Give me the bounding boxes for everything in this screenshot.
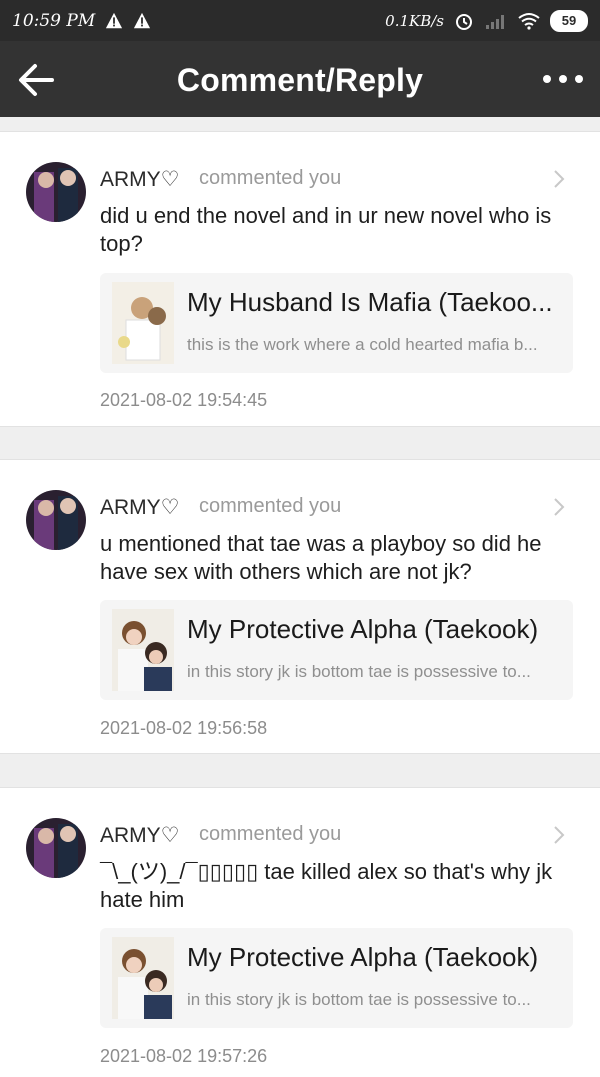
work-cover-image bbox=[112, 282, 174, 364]
work-cover-image bbox=[112, 609, 174, 691]
page-title: Comment/Reply bbox=[176, 62, 424, 98]
comment-card[interactable]: ARMY♡ commented you u mentioned that tae… bbox=[0, 459, 600, 754]
comment-text: did u end the novel and in ur new novel … bbox=[100, 203, 552, 256]
status-bar: 10:59 PM 0.1KB/s 59 bbox=[0, 0, 600, 41]
comment-card[interactable]: ARMY♡ commented you ¯\_(ツ)_/¯▯▯▯▯▯ tae k… bbox=[0, 787, 600, 1077]
avatar[interactable] bbox=[26, 490, 86, 550]
work-preview[interactable]: My Protective Alpha (Taekook) in this st… bbox=[100, 928, 573, 1028]
more-options-icon[interactable] bbox=[540, 69, 586, 89]
chevron-right-icon[interactable] bbox=[552, 825, 566, 845]
comment-card[interactable]: ARMY♡ commented you did u end the novel … bbox=[0, 131, 600, 427]
chevron-right-icon[interactable] bbox=[552, 497, 566, 517]
comment-timestamp: 2021-08-02 19:56:58 bbox=[100, 718, 268, 738]
commenter-name[interactable]: ARMY♡ bbox=[100, 823, 180, 848]
wifi-icon bbox=[518, 12, 540, 30]
status-right: 0.1KB/s 59 bbox=[385, 9, 588, 32]
avatar[interactable] bbox=[26, 162, 86, 222]
comment-timestamp: 2021-08-02 19:54:45 bbox=[100, 390, 268, 410]
app-bar: Comment/Reply bbox=[0, 41, 600, 117]
comment-text: ¯\_(ツ)_/¯▯▯▯▯▯ tae killed alex so that's… bbox=[100, 859, 553, 912]
work-preview[interactable]: My Husband Is Mafia (Taekoo... this is t… bbox=[100, 273, 573, 373]
work-title: My Husband Is Mafia (Taekoo... bbox=[187, 287, 553, 317]
network-speed: 0.1KB/s bbox=[385, 11, 444, 30]
work-title: My Protective Alpha (Taekook) bbox=[187, 942, 539, 972]
work-preview[interactable]: My Protective Alpha (Taekook) in this st… bbox=[100, 600, 573, 700]
signal-icon bbox=[486, 14, 504, 29]
alarm-icon bbox=[456, 13, 472, 30]
work-description: this is the work where a cold hearted ma… bbox=[187, 335, 538, 354]
comment-text: u mentioned that tae was a playboy so di… bbox=[100, 531, 542, 584]
clock: 10:59 PM bbox=[12, 10, 96, 31]
chevron-right-icon[interactable] bbox=[552, 169, 566, 189]
work-title: My Protective Alpha (Taekook) bbox=[187, 614, 539, 644]
work-cover-image bbox=[112, 937, 174, 1019]
work-description: in this story jk is bottom tae is posses… bbox=[187, 662, 531, 681]
commenter-name[interactable]: ARMY♡ bbox=[100, 495, 180, 520]
comment-action: commented you bbox=[199, 495, 342, 517]
comment-action: commented you bbox=[199, 167, 342, 189]
commenter-name[interactable]: ARMY♡ bbox=[100, 167, 180, 192]
avatar[interactable] bbox=[26, 818, 86, 878]
warning-icon bbox=[106, 12, 123, 28]
battery-icon: 59 bbox=[550, 9, 588, 32]
warning-icon bbox=[134, 12, 151, 28]
comment-timestamp: 2021-08-02 19:57:26 bbox=[100, 1046, 268, 1066]
comment-action: commented you bbox=[199, 823, 342, 845]
work-description: in this story jk is bottom tae is posses… bbox=[187, 990, 531, 1009]
status-left: 10:59 PM bbox=[12, 11, 151, 31]
